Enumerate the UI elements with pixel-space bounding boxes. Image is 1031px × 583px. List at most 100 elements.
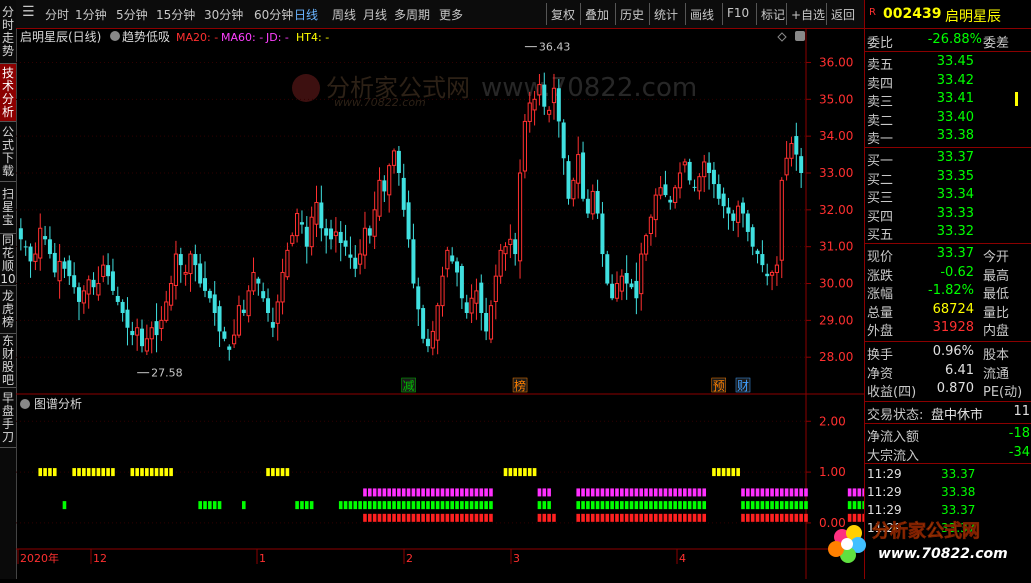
left-tab-5[interactable]: 龙虎 榜 — [0, 286, 16, 334]
candle[interactable] — [634, 262, 639, 315]
ask-row[interactable]: 卖一 33.38 — [865, 127, 1031, 147]
candle[interactable] — [38, 213, 43, 271]
candle[interactable] — [149, 321, 154, 354]
candle[interactable] — [77, 282, 82, 321]
event-markers[interactable]: 减 榜 预财 — [401, 377, 751, 393]
candle[interactable] — [522, 114, 527, 179]
diamond-icon[interactable] — [777, 32, 787, 42]
candle[interactable] — [750, 224, 755, 256]
candle[interactable] — [765, 263, 770, 286]
candle[interactable] — [440, 266, 445, 317]
candle[interactable] — [178, 247, 183, 283]
tool-3[interactable]: 统计 — [654, 6, 678, 23]
candle[interactable] — [760, 240, 765, 273]
sub-chart-toggle-icon[interactable] — [20, 399, 30, 409]
candle[interactable] — [421, 304, 426, 344]
candle[interactable] — [459, 263, 464, 310]
bid-row[interactable]: 买一 33.37 — [865, 149, 1031, 169]
candle[interactable] — [173, 240, 179, 300]
candle[interactable] — [629, 278, 634, 290]
tool-8[interactable]: 返回 — [831, 6, 855, 23]
candle[interactable] — [290, 232, 295, 247]
bid-row[interactable]: 买二 33.35 — [865, 168, 1031, 188]
candle[interactable] — [455, 257, 460, 287]
candle[interactable] — [348, 236, 353, 269]
left-tab-6[interactable]: 东财 股吧 — [0, 334, 16, 388]
period-menu-icon[interactable]: ☰ — [22, 4, 35, 20]
candle[interactable] — [391, 148, 397, 174]
candle[interactable] — [721, 187, 726, 219]
period-8[interactable]: 月线 — [363, 6, 387, 23]
candle[interactable] — [193, 244, 198, 282]
candle[interactable] — [338, 221, 343, 262]
candle[interactable] — [154, 303, 159, 353]
candle[interactable] — [450, 247, 455, 264]
left-tab-4[interactable]: 同花 顺10 — [0, 233, 16, 286]
candle[interactable] — [769, 270, 775, 291]
candle[interactable] — [736, 200, 741, 238]
candle[interactable] — [333, 217, 338, 253]
left-tab-0[interactable]: 分时 走势 — [0, 0, 16, 64]
candle[interactable] — [600, 201, 605, 267]
bid-row[interactable]: 买五 33.32 — [865, 223, 1031, 243]
tool-5[interactable]: F10 — [727, 6, 749, 20]
candle[interactable] — [581, 141, 586, 202]
candle[interactable] — [619, 269, 624, 301]
candle[interactable] — [120, 299, 125, 322]
candle[interactable] — [246, 285, 251, 323]
candle[interactable] — [106, 253, 111, 285]
candle[interactable] — [711, 162, 716, 199]
candle[interactable] — [755, 248, 760, 264]
period-9[interactable]: 多周期 — [394, 6, 430, 23]
candle[interactable] — [23, 240, 28, 256]
candle[interactable] — [430, 321, 435, 356]
candle[interactable] — [445, 246, 450, 278]
candle[interactable] — [425, 328, 430, 353]
candle[interactable] — [168, 275, 174, 311]
candle[interactable] — [643, 233, 649, 262]
formula-toggle-icon[interactable] — [110, 31, 120, 41]
candlestick-series[interactable] — [18, 72, 804, 361]
left-tab-3[interactable]: 扫 星宝 — [0, 182, 16, 234]
candle[interactable] — [188, 250, 193, 292]
period-3[interactable]: 15分钟 — [156, 6, 195, 23]
candle[interactable] — [707, 152, 712, 190]
candle[interactable] — [231, 319, 237, 349]
candle[interactable] — [677, 162, 683, 199]
candle[interactable] — [261, 282, 266, 302]
candle[interactable] — [614, 271, 620, 302]
candle[interactable] — [314, 185, 319, 238]
candle[interactable] — [18, 218, 23, 251]
candle[interactable] — [47, 226, 52, 259]
candle[interactable] — [590, 184, 595, 220]
candle[interactable] — [474, 278, 479, 320]
candle[interactable] — [62, 257, 67, 278]
candle[interactable] — [658, 176, 663, 200]
candle[interactable] — [648, 214, 654, 246]
candle[interactable] — [52, 243, 57, 278]
tool-0[interactable]: 复权 — [551, 6, 575, 23]
candle[interactable] — [464, 294, 469, 319]
candle[interactable] — [668, 195, 673, 210]
candle[interactable] — [207, 288, 212, 303]
candle[interactable] — [222, 326, 227, 342]
candle[interactable] — [236, 295, 242, 338]
left-tab-7[interactable]: 早盘 手刀 — [0, 388, 16, 448]
tool-7[interactable]: +自选 — [791, 6, 825, 23]
period-1[interactable]: 1分钟 — [75, 6, 107, 23]
candle[interactable] — [745, 209, 750, 242]
candle[interactable] — [67, 255, 72, 285]
candle[interactable] — [101, 255, 106, 283]
candle[interactable] — [295, 208, 300, 243]
candle[interactable] — [57, 244, 62, 299]
candle[interactable] — [799, 147, 804, 188]
candle[interactable] — [610, 274, 615, 301]
candle[interactable] — [125, 297, 130, 346]
candle[interactable] — [309, 206, 314, 256]
candle[interactable] — [198, 253, 203, 288]
event-marker[interactable]: 榜 — [512, 377, 528, 393]
candle[interactable] — [406, 190, 411, 248]
candle[interactable] — [266, 288, 271, 322]
candle[interactable] — [96, 266, 101, 301]
candle[interactable] — [740, 197, 745, 228]
